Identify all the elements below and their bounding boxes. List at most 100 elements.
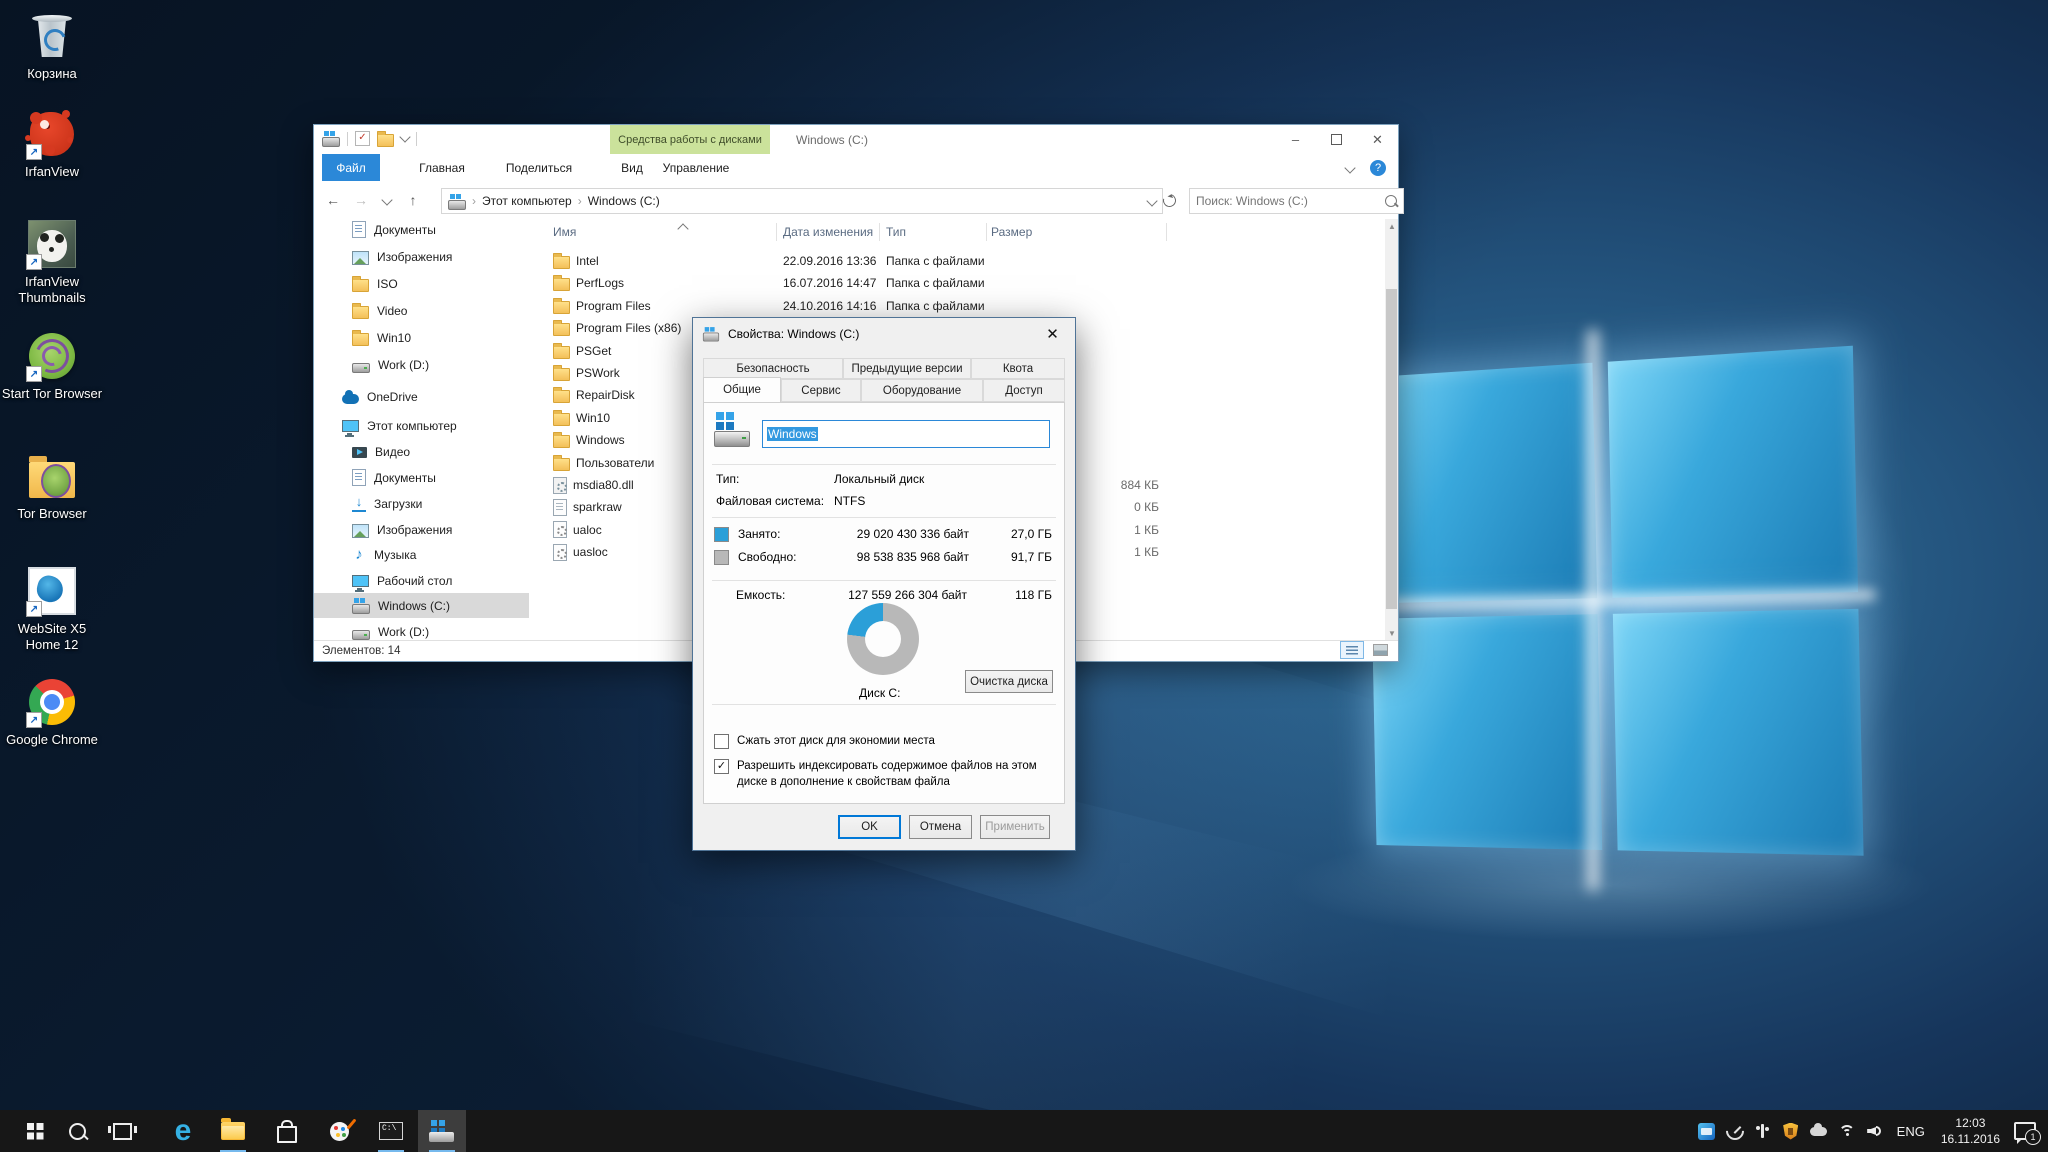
- breadcrumb-this-pc[interactable]: Этот компьютер: [482, 194, 572, 208]
- file-row[interactable]: Пользователи: [553, 452, 654, 474]
- file-row[interactable]: sparkraw: [553, 496, 622, 518]
- menu-view[interactable]: Вид: [610, 154, 654, 181]
- tab-previous-versions[interactable]: Предыдущие версии: [843, 358, 971, 379]
- chevron-down-icon[interactable]: [399, 131, 410, 142]
- forward-button[interactable]: →: [350, 190, 372, 210]
- desktop-icon-irfanview-thumbnails[interactable]: ↗IrfanView Thumbnails: [0, 218, 104, 307]
- cmd-button[interactable]: [367, 1110, 415, 1152]
- store-button[interactable]: [263, 1110, 311, 1152]
- minimize-button[interactable]: –: [1275, 125, 1316, 154]
- tab-security[interactable]: Безопасность: [703, 358, 843, 379]
- satellite-dish-icon[interactable]: [1721, 1110, 1749, 1152]
- start-button[interactable]: [11, 1110, 59, 1152]
- tab-sharing[interactable]: Доступ: [983, 379, 1065, 402]
- nav-item-рабочий-стол[interactable]: Рабочий стол: [314, 568, 529, 593]
- index-checkbox-label[interactable]: Разрешить индексировать содержимое файло…: [737, 758, 1047, 790]
- nav-item-work-d-[interactable]: Work (D:): [314, 619, 529, 641]
- desktop-icon-websitex5[interactable]: ↗WebSite X5 Home 12: [0, 565, 104, 654]
- menu-manage[interactable]: Управление: [658, 154, 734, 181]
- menu-file[interactable]: Файл: [322, 154, 380, 181]
- paint-button[interactable]: [315, 1110, 363, 1152]
- apply-button[interactable]: Применить: [980, 815, 1050, 839]
- scroll-down-icon[interactable]: ▼: [1388, 629, 1396, 638]
- file-row[interactable]: RepairDisk: [553, 384, 635, 406]
- action-center-icon[interactable]: 1: [2014, 1122, 2036, 1140]
- details-view-button[interactable]: [1340, 641, 1364, 659]
- nav-item-изображения[interactable]: Изображения: [314, 517, 529, 542]
- thumbnails-view-button[interactable]: [1368, 641, 1392, 659]
- drive-window-button[interactable]: [418, 1110, 466, 1152]
- file-row[interactable]: ualoc: [553, 519, 602, 541]
- properties-check-icon[interactable]: ✓: [355, 131, 370, 146]
- address-box[interactable]: › Этот компьютер › Windows (C:): [441, 188, 1163, 214]
- tab-general[interactable]: Общие: [703, 377, 781, 402]
- wifi-icon[interactable]: [1833, 1110, 1861, 1152]
- refresh-button[interactable]: [1156, 188, 1182, 212]
- menu-home[interactable]: Главная: [410, 154, 474, 181]
- tab-hardware[interactable]: Оборудование: [861, 379, 983, 402]
- search-button[interactable]: [53, 1110, 101, 1152]
- search-icon[interactable]: [1385, 195, 1397, 207]
- help-button[interactable]: ?: [1366, 154, 1390, 181]
- file-row[interactable]: Win10: [553, 407, 610, 429]
- volume-label-input[interactable]: Windows: [762, 420, 1050, 448]
- back-button[interactable]: ←: [322, 190, 344, 210]
- dialog-close-button[interactable]: ✕: [1030, 318, 1075, 349]
- scrollbar-thumb[interactable]: [1386, 289, 1397, 609]
- tab-tools[interactable]: Сервис: [781, 379, 861, 402]
- clock[interactable]: 12:03 16.11.2016: [1933, 1115, 2008, 1147]
- explorer-titlebar[interactable]: ✓ Средства работы с дисками Windows (C:)…: [314, 125, 1398, 154]
- nav-item-iso[interactable]: ISO: [314, 271, 529, 296]
- recent-locations-button[interactable]: [376, 190, 398, 210]
- column-size[interactable]: Размер: [991, 225, 1032, 239]
- breadcrumb-current[interactable]: Windows (C:): [588, 194, 660, 208]
- desktop-icon-tor-folder[interactable]: Tor Browser: [0, 450, 104, 522]
- search-input[interactable]: Поиск: Windows (C:): [1189, 188, 1404, 214]
- ribbon-collapse-button[interactable]: [1338, 154, 1362, 181]
- cloud-icon[interactable]: [1805, 1110, 1833, 1152]
- nav-item-этот-компьютер[interactable]: Этот компьютер: [314, 413, 529, 438]
- ok-button[interactable]: OK: [838, 815, 901, 839]
- antivirus-shield-icon[interactable]: [1777, 1110, 1805, 1152]
- maximize-button[interactable]: [1316, 125, 1357, 154]
- file-row[interactable]: msdia80.dll: [553, 474, 634, 496]
- nav-item-загрузки[interactable]: ↓Загрузки: [314, 491, 529, 516]
- desktop-icon-chrome[interactable]: ↗Google Chrome: [0, 676, 104, 748]
- file-explorer-button[interactable]: [209, 1110, 257, 1152]
- nav-item-музыка[interactable]: ♪Музыка: [314, 542, 529, 567]
- compress-checkbox-label[interactable]: Сжать этот диск для экономии места: [737, 733, 935, 749]
- menu-share[interactable]: Поделиться: [494, 154, 584, 181]
- disk-cleanup-button[interactable]: Очистка диска: [965, 670, 1053, 693]
- file-row[interactable]: Program Files: [553, 295, 651, 317]
- file-row[interactable]: Windows: [553, 429, 625, 451]
- contextual-tab-drive-tools[interactable]: Средства работы с дисками: [610, 125, 770, 154]
- dialog-titlebar[interactable]: Свойства: Windows (C:): [693, 318, 1075, 349]
- file-row[interactable]: Intel: [553, 250, 599, 272]
- compress-checkbox[interactable]: [714, 734, 729, 749]
- up-button[interactable]: ↑: [402, 190, 424, 210]
- tab-quota[interactable]: Квота: [971, 358, 1065, 379]
- nav-item-onedrive[interactable]: OneDrive: [314, 384, 529, 409]
- desktop-icon-irfanview[interactable]: ↗IrfanView: [0, 108, 104, 180]
- nav-item-win10[interactable]: Win10: [314, 325, 529, 350]
- language-indicator[interactable]: ENG: [1889, 1110, 1933, 1152]
- desktop-icon-tor-globe[interactable]: ↗Start Tor Browser: [0, 330, 104, 402]
- usb-icon[interactable]: [1749, 1110, 1777, 1152]
- file-row[interactable]: PerfLogs: [553, 272, 624, 294]
- new-folder-icon[interactable]: [377, 134, 394, 147]
- file-row[interactable]: Program Files (x86): [553, 317, 681, 339]
- index-checkbox[interactable]: ✓: [714, 759, 729, 774]
- nav-item-work-d-[interactable]: Work (D:): [314, 352, 529, 377]
- desktop-icon-recycle-bin[interactable]: Корзина: [0, 10, 104, 82]
- nav-item-windows-c-[interactable]: Windows (C:): [314, 593, 529, 618]
- task-view-button[interactable]: [98, 1110, 146, 1152]
- nav-item-видео[interactable]: Видео: [314, 439, 529, 464]
- nav-item-документы[interactable]: Документы: [314, 219, 529, 242]
- close-button[interactable]: ✕: [1357, 125, 1398, 154]
- column-date[interactable]: Дата изменения: [783, 225, 873, 239]
- file-row[interactable]: uasloc: [553, 541, 608, 563]
- file-row[interactable]: PSGet: [553, 340, 611, 362]
- nav-scrollbar[interactable]: ▲ ▼: [1385, 219, 1398, 641]
- volume-icon[interactable]: [1861, 1110, 1889, 1152]
- nav-item-video[interactable]: Video: [314, 298, 529, 323]
